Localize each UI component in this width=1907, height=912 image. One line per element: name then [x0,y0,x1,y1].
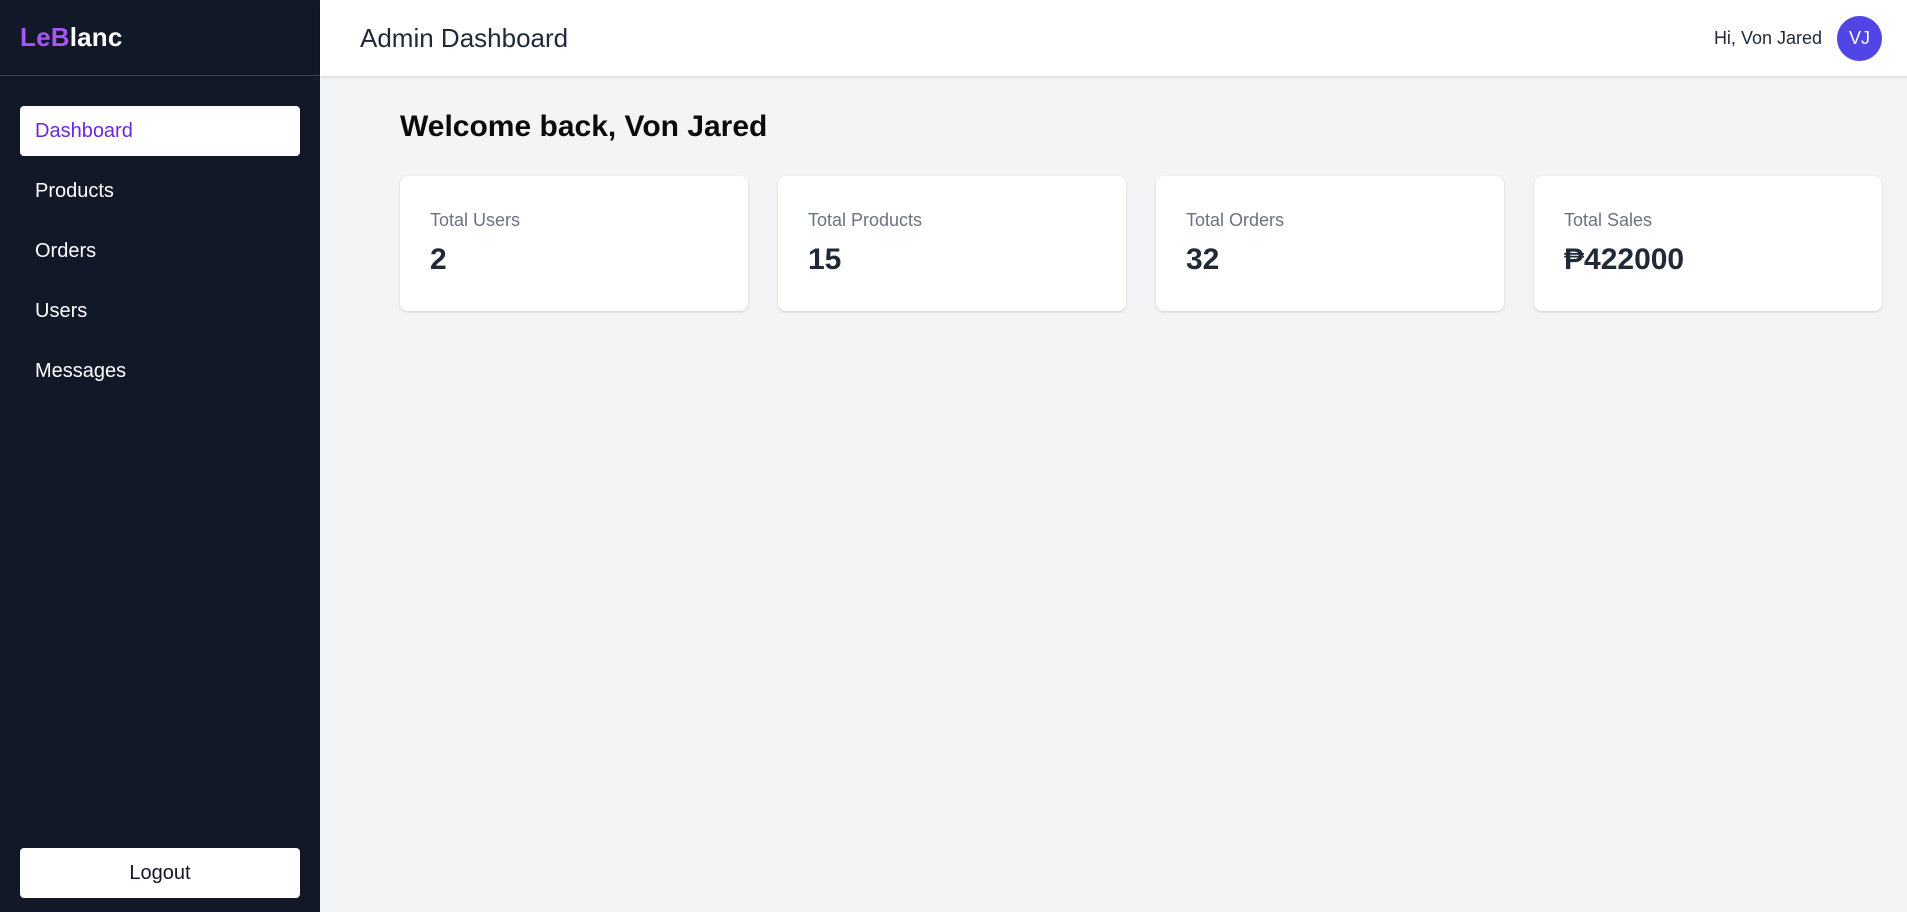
stat-card-users: Total Users 2 [400,176,748,311]
brand-accent-text: LeB [20,22,70,52]
brand-rest-text: lanc [69,22,123,52]
sidebar-item-messages[interactable]: Messages [20,346,300,396]
welcome-heading: Welcome back, Von Jared [400,110,768,143]
stat-card-label: Total Users [430,210,521,230]
sidebar-item-users[interactable]: Users [20,286,300,336]
sidebar-nav: Dashboard Products Orders Users Messages [0,76,320,848]
stat-cards: Total Users 2 Total Products 15 Total Or… [400,176,1882,311]
page-title: Admin Dashboard [360,22,569,53]
top-bar: Admin Dashboard Hi, Von Jared VJ [320,0,1907,76]
stat-card-value: 2 [430,243,447,276]
stat-card-value: ₱422000 [1564,243,1685,276]
stat-card-products: Total Products 15 [778,176,1126,311]
stat-card-label: Total Products [808,210,923,230]
sidebar: LeB lanc Dashboard Products Orders Users … [0,0,320,912]
user-area: Hi, Von Jared VJ [1713,15,1882,61]
stat-card-orders: Total Orders 32 [1156,176,1504,311]
logout-container: Logout [0,848,320,912]
dashboard-content: Welcome back, Von Jared Total Users 2 To… [320,76,1907,311]
user-greeting: Hi, Von Jared [1713,27,1822,48]
stat-card-label: Total Orders [1186,210,1285,230]
stat-card-label: Total Sales [1564,210,1653,230]
brand-logo[interactable]: LeB lanc [0,0,320,76]
logout-button[interactable]: Logout [20,848,300,898]
main-area: Admin Dashboard Hi, Von Jared VJ Welcome… [320,0,1907,912]
stat-card-value: 32 [1186,243,1220,276]
stat-card-value: 15 [808,243,842,276]
sidebar-item-products[interactable]: Products [20,166,300,216]
sidebar-item-orders[interactable]: Orders [20,226,300,276]
stat-card-sales: Total Sales ₱422000 [1534,176,1882,311]
avatar[interactable]: VJ [1837,15,1882,61]
app-root: LeB lanc Dashboard Products Orders Users … [0,0,1907,912]
sidebar-item-dashboard[interactable]: Dashboard [20,106,300,156]
